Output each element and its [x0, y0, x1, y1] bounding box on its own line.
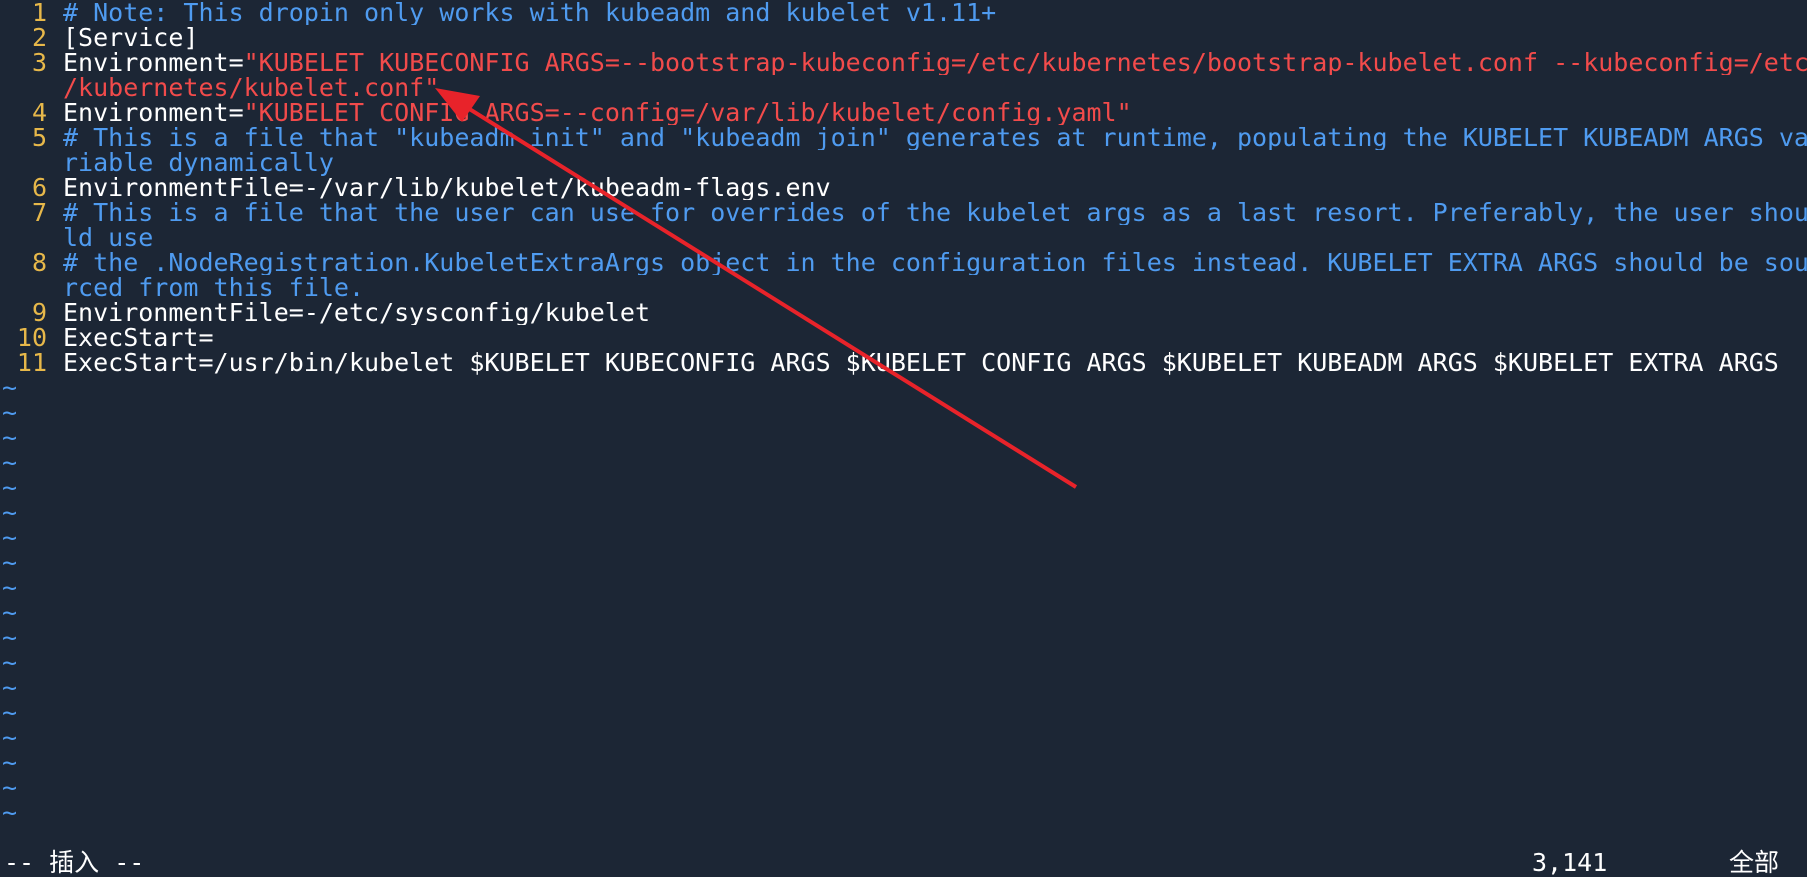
line-text[interactable]: [Service]	[63, 25, 1807, 50]
code-line-wrap[interactable]: rced from this file.	[0, 275, 1807, 300]
cursor-position: 3,141	[1532, 848, 1608, 877]
empty-line-marker: ~	[2, 573, 18, 602]
empty-line-marker: ~	[2, 423, 18, 452]
empty-line-marker: ~	[2, 473, 18, 502]
line-text[interactable]: # the .NodeRegistration.KubeletExtraArgs…	[63, 250, 1807, 275]
code-line[interactable]: 1 # Note: This dropin only works with kub…	[0, 0, 1807, 25]
empty-line-marker: ~	[2, 773, 18, 802]
line-text[interactable]: ExecStart=/usr/bin/kubelet $KUBELET_KUBE…	[63, 350, 1807, 375]
line-text[interactable]: Environment="KUBELET_CONFIG_ARGS=--confi…	[63, 100, 1807, 125]
line-number: 4	[31, 98, 47, 127]
empty-line-marker: ~	[2, 498, 18, 527]
string-text: "KUBELET_CONFIG_ARGS=--config=/var/lib/k…	[243, 100, 1132, 125]
comment-text: # This is a file that the user can use f…	[63, 200, 1807, 225]
status-bar: -- 插入 -- 3,141 全部	[0, 848, 1807, 877]
code-line[interactable]: 5 # This is a file that "kubeadm init" an…	[0, 125, 1807, 150]
empty-line-marker: ~	[2, 648, 18, 677]
comment-text: # Note: This dropin only works with kube…	[63, 0, 997, 25]
line-number: 9	[31, 298, 47, 327]
code-text: EnvironmentFile=-/var/lib/kubelet/kubead…	[63, 175, 831, 200]
line-text[interactable]: EnvironmentFile=-/etc/sysconfig/kubelet	[63, 300, 1807, 325]
code-text: ExecStart=/usr/bin/kubelet $KUBELET_KUBE…	[63, 350, 1779, 375]
empty-line-marker: ~	[2, 448, 18, 477]
string-text: "KUBELET_KUBECONFIG_ARGS=--bootstrap-kub…	[243, 50, 1807, 75]
line-number: 1	[31, 0, 47, 27]
code-line[interactable]: 8 # the .NodeRegistration.KubeletExtraArg…	[0, 250, 1807, 275]
code-line[interactable]: 10 ExecStart=	[0, 325, 1807, 350]
line-text-continuation[interactable]: ld use	[63, 225, 153, 250]
code-line[interactable]: 4 Environment="KUBELET_CONFIG_ARGS=--conf…	[0, 100, 1807, 125]
line-text[interactable]: # This is a file that the user can use f…	[63, 200, 1807, 225]
line-number: 3	[31, 48, 47, 77]
line-number: 10	[16, 323, 47, 352]
mode-indicator: -- 插入 --	[4, 848, 145, 877]
empty-line-marker: ~	[2, 723, 18, 752]
empty-line-marker: ~	[2, 798, 18, 827]
empty-line-marker: ~	[2, 548, 18, 577]
line-text[interactable]: Environment="KUBELET_KUBECONFIG_ARGS=--b…	[63, 50, 1807, 75]
line-text[interactable]: EnvironmentFile=-/var/lib/kubelet/kubead…	[63, 175, 1807, 200]
code-text: Environment=	[63, 100, 244, 125]
code-line[interactable]: 6 EnvironmentFile=-/var/lib/kubelet/kubea…	[0, 175, 1807, 200]
code-line[interactable]: 11 ExecStart=/usr/bin/kubelet $KUBELET_KU…	[0, 350, 1807, 375]
comment-text: # the .NodeRegistration.KubeletExtraArgs…	[63, 250, 1807, 275]
empty-line-marker: ~	[2, 398, 18, 427]
empty-line-marker: ~	[2, 373, 18, 402]
code-text: ExecStart=	[63, 325, 214, 350]
comment-text: riable dynamically	[63, 148, 334, 177]
comment-text: # This is a file that "kubeadm init" and…	[63, 125, 1807, 150]
empty-line-marker: ~	[2, 598, 18, 627]
line-number: 11	[16, 348, 47, 377]
code-line[interactable]: 9 EnvironmentFile=-/etc/sysconfig/kubelet	[0, 300, 1807, 325]
empty-line-marker: ~	[2, 748, 18, 777]
line-text-continuation[interactable]: riable dynamically	[63, 150, 334, 175]
comment-text: rced from this file.	[63, 273, 365, 302]
empty-line-marker: ~	[2, 698, 18, 727]
line-number: 6	[31, 173, 47, 202]
line-number: 2	[31, 23, 47, 52]
code-line[interactable]: 2 [Service]	[0, 25, 1807, 50]
code-text: [Service]	[63, 25, 199, 50]
line-text-continuation[interactable]: rced from this file.	[63, 275, 364, 300]
string-text: /kubernetes/kubelet.conf"	[63, 73, 440, 102]
empty-line-marker: ~	[2, 523, 18, 552]
code-text: EnvironmentFile=-/etc/sysconfig/kubelet	[63, 300, 650, 325]
code-line-wrap[interactable]: /kubernetes/kubelet.conf"	[0, 75, 1807, 100]
code-line-wrap[interactable]: riable dynamically	[0, 150, 1807, 175]
line-text[interactable]: # This is a file that "kubeadm init" and…	[63, 125, 1807, 150]
line-number: 5	[31, 123, 47, 152]
line-text[interactable]: ExecStart=	[63, 325, 1807, 350]
code-line-wrap[interactable]: ld use	[0, 225, 1807, 250]
line-text[interactable]: # Note: This dropin only works with kube…	[63, 0, 1807, 25]
line-number: 7	[31, 198, 47, 227]
line-number: 8	[31, 248, 47, 277]
code-text: Environment=	[63, 50, 244, 75]
scroll-indicator: 全部	[1729, 848, 1780, 877]
code-line[interactable]: 3 Environment="KUBELET_KUBECONFIG_ARGS=--…	[0, 50, 1807, 75]
empty-line-marker: ~	[2, 673, 18, 702]
comment-text: ld use	[63, 223, 154, 252]
vim-editor[interactable]: 1 # Note: This dropin only works with kub…	[0, 0, 1807, 877]
code-line[interactable]: 7 # This is a file that the user can use …	[0, 200, 1807, 225]
empty-line-marker: ~	[2, 623, 18, 652]
line-text-continuation[interactable]: /kubernetes/kubelet.conf"	[63, 75, 439, 100]
